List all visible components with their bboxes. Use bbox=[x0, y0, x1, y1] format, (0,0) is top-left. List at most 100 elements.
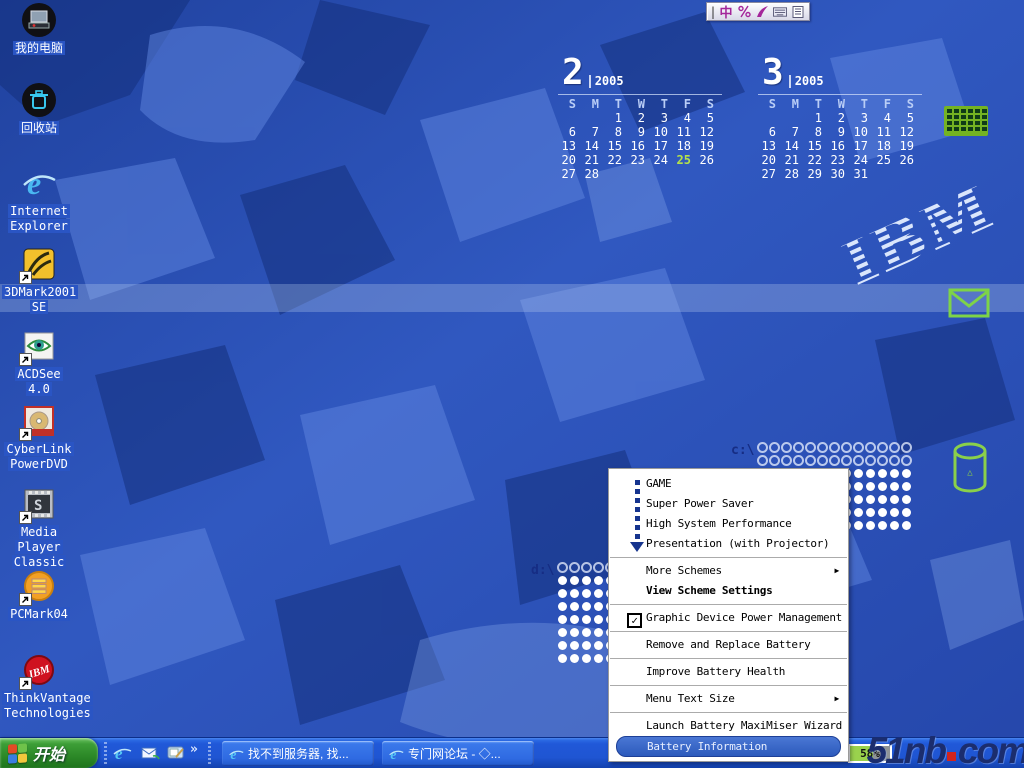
desktop-icon-label: Internet Explorer bbox=[2, 204, 76, 234]
desktop-icon-media-player-classic[interactable]: SMedia Player Classic bbox=[2, 486, 76, 570]
menu-item-game[interactable]: GAME bbox=[609, 474, 848, 494]
menu-item-more-schemes[interactable]: More Schemes▶ bbox=[609, 561, 848, 581]
calendar-day-header: S bbox=[558, 97, 581, 111]
calendar-day: 8 bbox=[804, 125, 827, 139]
shortcut-arrow-icon bbox=[19, 677, 32, 690]
show-desktop-icon[interactable] bbox=[166, 743, 186, 763]
disk-used-dot bbox=[570, 602, 579, 611]
thinkvantage-icon: IBM bbox=[21, 652, 57, 688]
recycle-bin-icon bbox=[21, 82, 57, 118]
ime-keyboard-icon[interactable] bbox=[773, 5, 787, 19]
desktop-icon-label: ThinkVantage Technologies bbox=[2, 691, 76, 721]
menu-group: GAMESuper Power SaverHigh System Perform… bbox=[609, 473, 848, 555]
outlook-express-icon[interactable] bbox=[140, 743, 160, 763]
calendar-day: 7 bbox=[781, 125, 804, 139]
menu-item-battery-information[interactable]: Battery Information bbox=[616, 736, 841, 757]
calendar-day-header: T bbox=[850, 97, 873, 111]
ime-language-bar[interactable]: | 中 bbox=[706, 2, 810, 21]
calendar-day: 9 bbox=[827, 125, 850, 139]
desktop-icon-我的电脑[interactable]: 我的电脑 bbox=[2, 2, 76, 56]
calendar-day: 25 bbox=[873, 153, 896, 167]
calendar-day bbox=[581, 111, 604, 125]
menu-item-presentation-with-projector-[interactable]: Presentation (with Projector) bbox=[609, 534, 848, 554]
disk-free-dot bbox=[569, 562, 580, 573]
disk-free-dot bbox=[581, 562, 592, 573]
disk-used-dot bbox=[570, 641, 579, 650]
desktop-icon-cyberlink-powerdvd[interactable]: CyberLink PowerDVD bbox=[2, 403, 76, 472]
taskband-handle[interactable] bbox=[208, 742, 211, 764]
calendar-day: 23 bbox=[827, 153, 850, 167]
disk-used-dot bbox=[866, 482, 875, 491]
calendar-month-3: 32005SMTWTFS1234567891011121314151617181… bbox=[758, 54, 922, 181]
disk-free-dot bbox=[805, 455, 816, 466]
disk-used-dot bbox=[854, 508, 863, 517]
calendar-day-header: W bbox=[627, 97, 650, 111]
disk-used-dot bbox=[570, 589, 579, 598]
disk-used-dot bbox=[570, 628, 579, 637]
ime-punctuation-icon[interactable] bbox=[737, 5, 751, 19]
desktop-icon-pcmark04[interactable]: PCMark04 bbox=[2, 568, 76, 622]
disk-free-dot bbox=[769, 455, 780, 466]
desktop-icon-acdsee-4-0[interactable]: ACDSee 4.0 bbox=[2, 328, 76, 397]
calendar-day-header: T bbox=[804, 97, 827, 111]
disk-used-dot bbox=[570, 576, 579, 585]
calendar-day: 22 bbox=[604, 153, 627, 167]
disk-used-dot bbox=[854, 469, 863, 478]
calendar-day: 11 bbox=[673, 125, 696, 139]
desktop-icon-3dmark2001-se[interactable]: 3DMark2001 SE bbox=[2, 246, 76, 315]
start-button-label: 开始 bbox=[33, 741, 65, 765]
calendar-divider bbox=[758, 94, 922, 95]
desktop-icon-internet-explorer[interactable]: eInternet Explorer bbox=[2, 165, 76, 234]
calendar-day: 21 bbox=[781, 153, 804, 167]
disk-used-dot bbox=[558, 641, 567, 650]
disk-free-dot bbox=[805, 442, 816, 453]
calendar-day: 1 bbox=[604, 111, 627, 125]
menu-item-improve-battery-health[interactable]: Improve Battery Health bbox=[609, 662, 848, 682]
task-button-1[interactable]: e找不到服务器, 找... bbox=[222, 741, 374, 766]
start-button[interactable]: 开始 bbox=[0, 738, 98, 768]
calendar-day: 16 bbox=[827, 139, 850, 153]
watermark-prefix: 51nb bbox=[867, 730, 945, 768]
ie-icon: e bbox=[388, 746, 404, 762]
ime-chinese-mode-button[interactable]: 中 bbox=[719, 5, 733, 19]
calendar-day: 17 bbox=[850, 139, 873, 153]
menu-separator bbox=[610, 631, 847, 632]
calendar-day: 20 bbox=[758, 153, 781, 167]
menu-item-remove-and-replace-battery[interactable]: Remove and Replace Battery bbox=[609, 635, 848, 655]
ie-icon[interactable]: e bbox=[112, 743, 132, 763]
disk-used-dot bbox=[594, 615, 603, 624]
desktop-icon-回收站[interactable]: 回收站 bbox=[2, 82, 76, 136]
task-button-2[interactable]: e专门网论坛 - ◇... bbox=[382, 741, 534, 766]
disk-used-dot bbox=[890, 482, 899, 491]
ime-menu-icon[interactable] bbox=[791, 5, 805, 19]
menu-group: ✓Graphic Device Power Management bbox=[609, 607, 848, 629]
shortcut-arrow-icon bbox=[19, 593, 32, 606]
menu-item-graphic-device-power-management[interactable]: ✓Graphic Device Power Management bbox=[609, 608, 848, 628]
disk-used-dot bbox=[594, 589, 603, 598]
calendar-day: 9 bbox=[627, 125, 650, 139]
menu-item-launch-battery-maximiser-wizard[interactable]: Launch Battery MaxiMiser Wizard bbox=[609, 716, 848, 736]
menu-item-super-power-saver[interactable]: Super Power Saver bbox=[609, 494, 848, 514]
desktop-icon-thinkvantage-technologies[interactable]: IBMThinkVantage Technologies bbox=[2, 652, 76, 721]
disk-free-dot bbox=[781, 455, 792, 466]
disk-used-dot bbox=[558, 576, 567, 585]
calendar-day: 26 bbox=[696, 153, 719, 167]
calendar-day: 18 bbox=[873, 139, 896, 153]
quick-launch-overflow-chevron[interactable]: » bbox=[190, 742, 198, 757]
desktop-icon-label: 回收站 bbox=[2, 121, 76, 136]
disk-free-dot bbox=[829, 442, 840, 453]
menu-item-high-system-performance[interactable]: High System Performance bbox=[609, 514, 848, 534]
disk-free-dot bbox=[901, 455, 912, 466]
task-button-title: 专门网论坛 - ◇... bbox=[408, 745, 501, 762]
svg-text:e: e bbox=[230, 746, 236, 761]
disk-used-dot bbox=[570, 615, 579, 624]
ime-brush-icon[interactable] bbox=[755, 5, 769, 19]
disk-used-dot bbox=[570, 654, 579, 663]
quick-launch-handle[interactable] bbox=[104, 742, 107, 764]
menu-item-view-scheme-settings[interactable]: View Scheme Settings bbox=[609, 581, 848, 601]
disk-used-dot bbox=[878, 482, 887, 491]
menu-item-menu-text-size[interactable]: Menu Text Size▶ bbox=[609, 689, 848, 709]
disk-used-dot bbox=[558, 628, 567, 637]
disk-used-dot bbox=[558, 602, 567, 611]
calendar-day bbox=[896, 167, 919, 181]
